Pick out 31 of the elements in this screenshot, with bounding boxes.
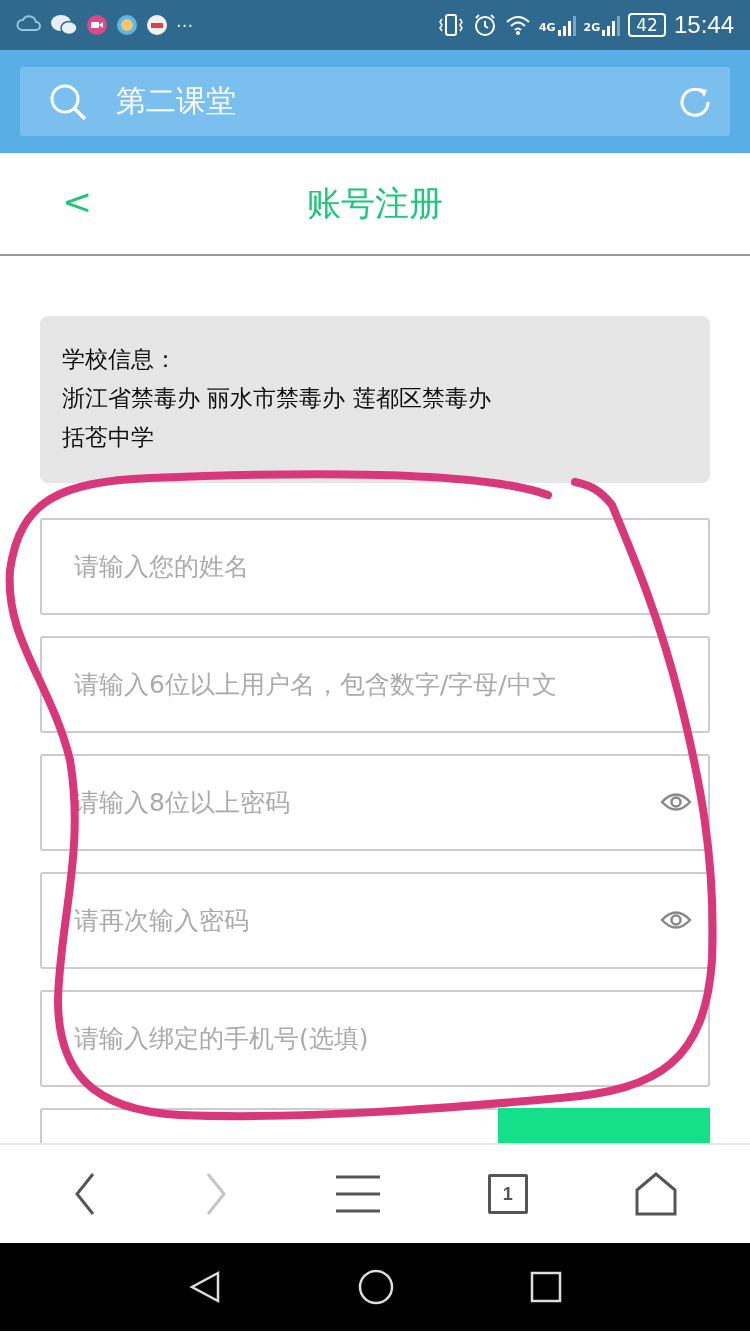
vibrate-icon — [436, 13, 465, 37]
video-icon — [86, 14, 108, 36]
menu-icon[interactable] — [335, 1175, 381, 1213]
back-button[interactable]: < — [56, 181, 99, 222]
clock-time: 15:44 — [673, 11, 734, 39]
search-field[interactable]: 第二课堂 — [20, 67, 730, 136]
input-field[interactable]: 请输入绑定的手机号(选填) — [40, 990, 710, 1087]
school-info-text: 括苍中学 — [62, 423, 155, 452]
tabs-button[interactable]: 1 — [487, 1174, 528, 1214]
input-field[interactable]: 请输入6位以上用户名，包含数字/字母/中文 — [40, 636, 710, 733]
page-title: 账号注册 — [307, 181, 443, 225]
wifi-icon — [504, 14, 531, 36]
home-icon[interactable] — [634, 1172, 677, 1216]
avatar-icon — [116, 14, 138, 36]
back-icon[interactable] — [188, 1270, 222, 1304]
network-type: 4G — [538, 21, 556, 34]
more-notifications: ··· — [176, 14, 194, 36]
chat-icon — [50, 14, 78, 36]
signal-icon — [602, 14, 621, 36]
input-field[interactable]: 请再次输入密码 — [40, 872, 710, 969]
app-icon — [146, 14, 168, 36]
input-field[interactable]: 请输入您的姓名 — [40, 518, 710, 615]
school-info-label: 学校信息： — [62, 345, 178, 374]
alarm-icon — [472, 13, 497, 37]
network-type: 2G — [583, 21, 601, 34]
signal-icon — [557, 14, 576, 36]
battery-level: 42 — [628, 13, 666, 37]
eye-icon[interactable] — [660, 909, 692, 931]
recent-apps-icon[interactable] — [530, 1271, 562, 1303]
eye-icon[interactable] — [660, 791, 692, 813]
school-info-text: 浙江省禁毒办 丽水市禁毒办 莲都区禁毒办 — [62, 384, 492, 413]
